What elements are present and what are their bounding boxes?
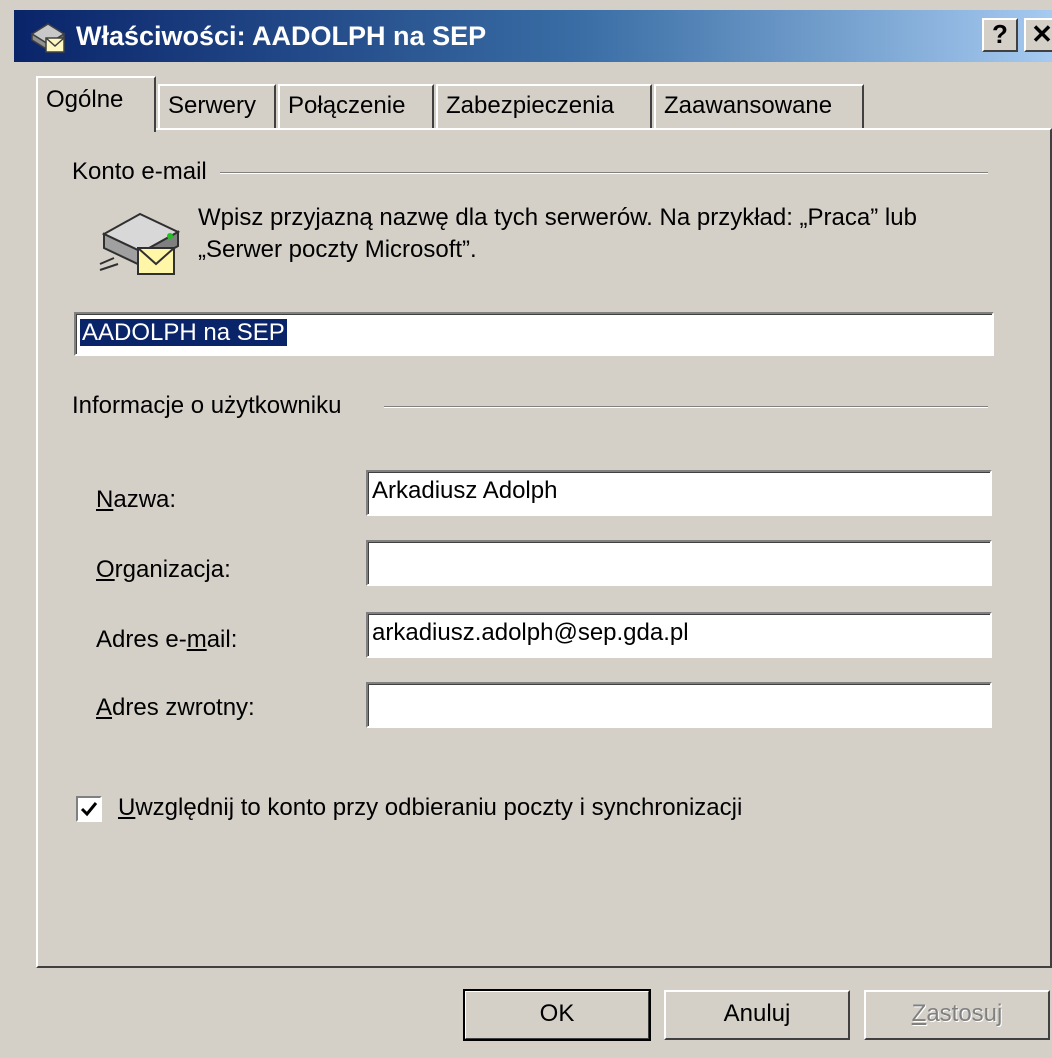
organization-label: Organizacja: — [96, 556, 231, 584]
hotkey: O — [96, 556, 115, 583]
description-line-2: „Serwer poczty Microsoft”. — [198, 236, 477, 263]
hotkey: N — [96, 486, 114, 513]
divider — [220, 172, 988, 174]
tab-polaczenie[interactable]: Połączenie — [278, 84, 434, 130]
label-text: rganizacja: — [114, 556, 231, 583]
label-text: dres zwrotny: — [112, 694, 255, 721]
label-text: względnij to konto przy odbieraniu poczt… — [135, 794, 743, 821]
account-description: Wpisz przyjazną nazwę dla tych serwerów.… — [198, 202, 998, 266]
label-text: ail: — [206, 626, 238, 653]
account-name-input[interactable]: AADOLPH na SEP — [74, 312, 994, 356]
reply-address-label: Adres zwrotny: — [96, 694, 255, 722]
label-text: azwa: — [113, 486, 177, 513]
user-info-group-label: Informacje o użytkowniku — [72, 392, 352, 420]
hotkey: A — [96, 694, 113, 721]
hotkey: m — [186, 626, 207, 653]
tab-ogolne[interactable]: Ogólne — [36, 76, 156, 132]
apply-button[interactable]: Zastosuj — [864, 990, 1050, 1040]
mail-server-icon — [99, 212, 181, 275]
label-text: Adres e- — [96, 626, 187, 653]
email-label: Adres e-mail: — [96, 626, 237, 654]
help-button[interactable]: ? — [982, 18, 1018, 52]
description-line-1: Wpisz przyjazną nazwę dla tych serwerów.… — [198, 204, 917, 231]
name-input[interactable]: Arkadiusz Adolph — [366, 470, 992, 516]
ok-button[interactable]: OK — [463, 989, 651, 1041]
tab-zabezpieczenia[interactable]: Zabezpieczenia — [436, 84, 652, 130]
sync-checkbox[interactable] — [76, 796, 102, 822]
close-button[interactable]: ✕ — [1024, 18, 1052, 52]
mail-account-icon — [30, 23, 66, 53]
label-text: astosuj — [926, 1000, 1003, 1027]
window-title: Właściwości: AADOLPH na SEP — [76, 20, 487, 51]
tab-zaawansowane[interactable]: Zaawansowane — [654, 84, 864, 130]
hotkey: Z — [911, 1000, 927, 1027]
account-group-label: Konto e-mail — [72, 158, 217, 186]
tab-serwery[interactable]: Serwery — [158, 84, 276, 130]
title-bar[interactable]: Właściwości: AADOLPH na SEP ? ✕ — [14, 10, 1052, 62]
hotkey: U — [118, 794, 136, 821]
account-name-value: AADOLPH na SEP — [80, 319, 287, 346]
sync-checkbox-label[interactable]: Uwzględnij to konto przy odbieraniu pocz… — [118, 794, 742, 822]
cancel-button[interactable]: Anuluj — [664, 990, 850, 1040]
reply-address-input[interactable] — [366, 682, 992, 728]
email-input[interactable]: arkadiusz.adolph@sep.gda.pl — [366, 612, 992, 658]
name-label: Nazwa: — [96, 486, 176, 514]
checkmark-icon — [80, 802, 98, 817]
organization-input[interactable] — [366, 540, 992, 586]
divider — [384, 406, 988, 408]
